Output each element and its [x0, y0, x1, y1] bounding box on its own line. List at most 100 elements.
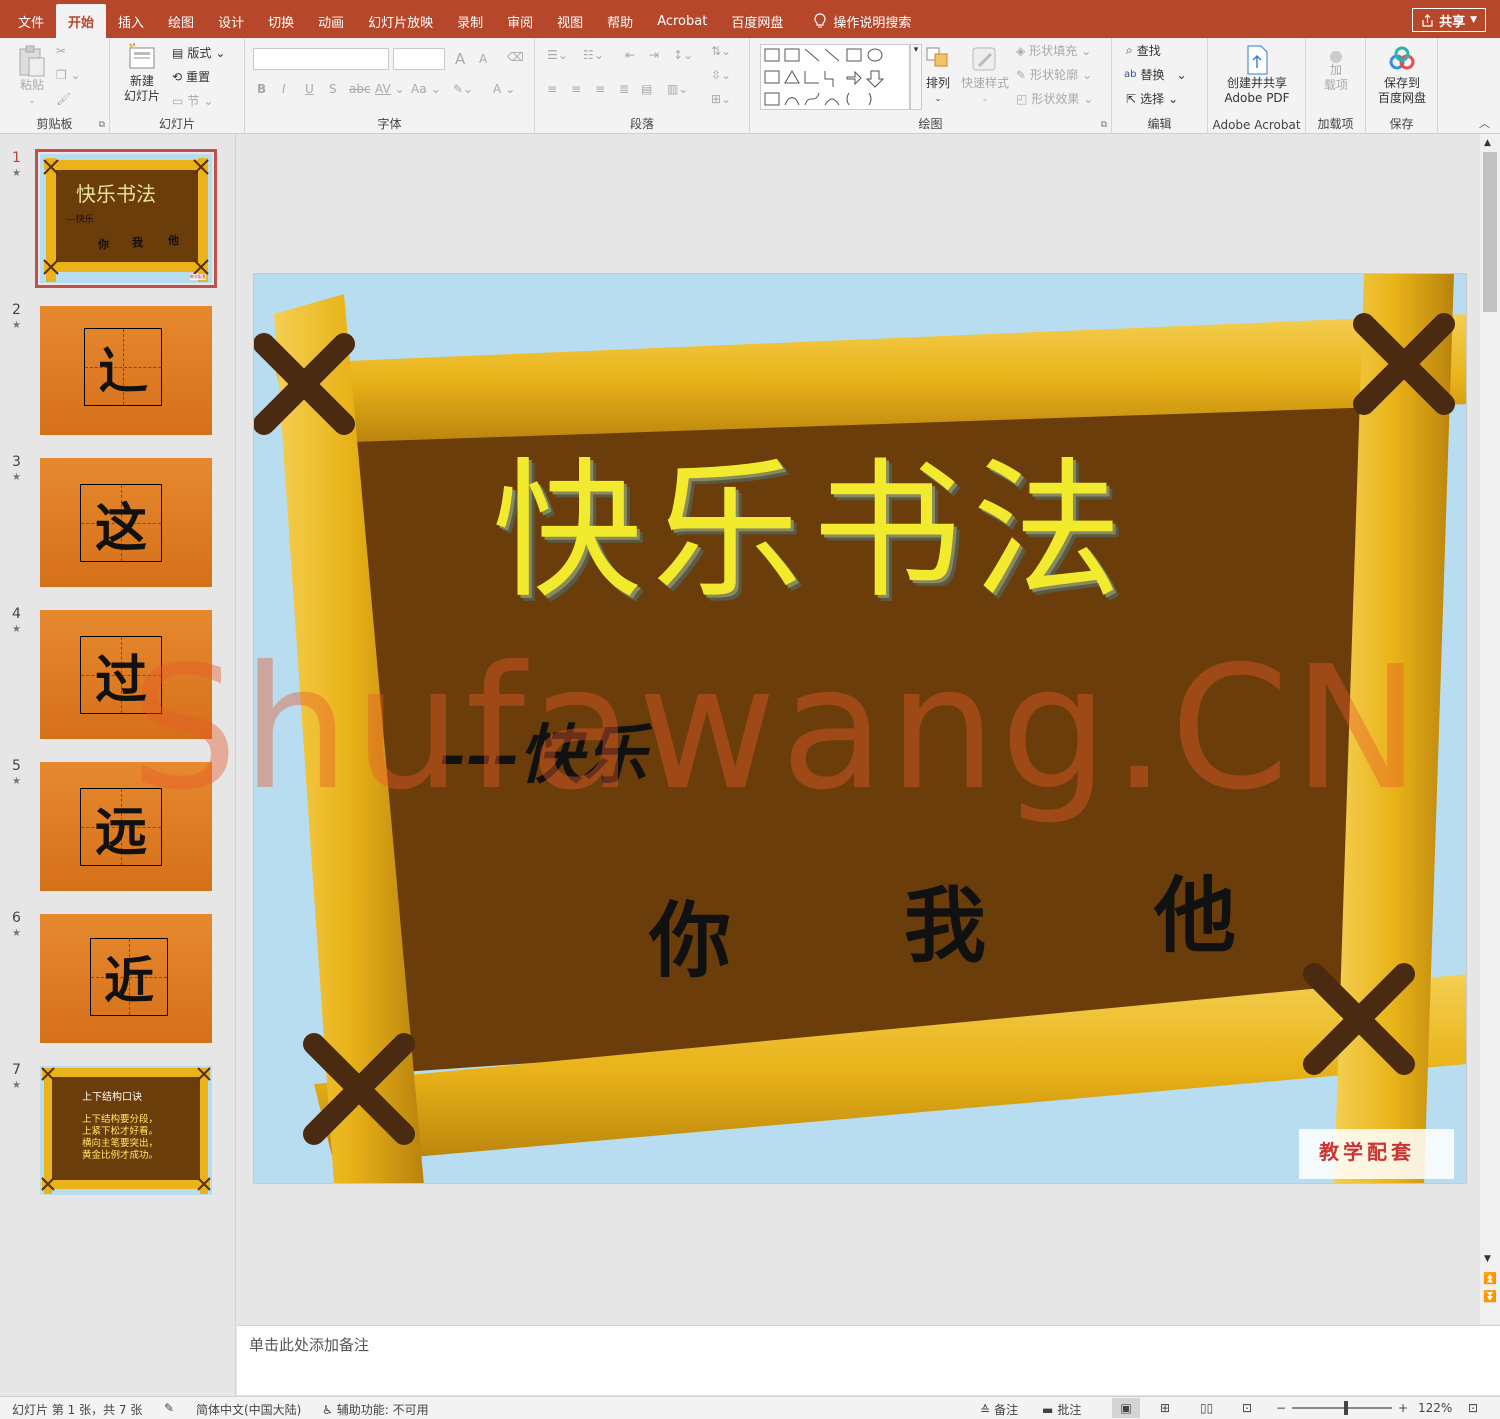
tab-review[interactable]: 审阅 [495, 4, 545, 38]
tab-draw[interactable]: 绘图 [156, 4, 206, 38]
smartart-icon[interactable]: ⊞⌄ [711, 92, 731, 106]
tab-view[interactable]: 视图 [545, 4, 595, 38]
fit-to-window-icon[interactable]: ⊡ [1468, 1401, 1478, 1415]
numbering-icon[interactable]: ☷⌄ [583, 48, 604, 62]
slide-sorter-icon[interactable]: ⊞ [1160, 1401, 1170, 1415]
slide-thumbnail-1[interactable]: 快乐书法 ---快乐 你 我 他 教学配套 [35, 149, 217, 288]
scroll-thumb[interactable] [1483, 152, 1497, 312]
scroll-down-icon[interactable]: ▼ [1484, 1254, 1491, 1264]
slide-thumbnail-pane[interactable]: 1 ★ 快乐书法 ---快乐 你 我 他 教学配套 2 ★ 辶 3 ★ 这 4 … [0, 134, 236, 1396]
accessibility-checker[interactable]: ♿ 辅助功能: 不可用 [322, 1401, 429, 1418]
font-name-box[interactable] [253, 48, 389, 70]
tab-insert[interactable]: 插入 [106, 4, 156, 38]
copy-icon[interactable]: ❐ ⌄ [56, 68, 81, 82]
zoom-out-icon[interactable]: − [1276, 1401, 1286, 1415]
spelling-check-icon[interactable]: ✎ [164, 1401, 174, 1415]
slide-thumbnail-7[interactable]: 上下结构口诀 上下结构要分段， 上紧下松才好看。 横向主笔要突出， 黄金比例才成… [40, 1066, 212, 1195]
new-slide-button[interactable]: 新建 幻灯片 [116, 42, 168, 104]
language-indicator[interactable]: 简体中文(中国大陆) [196, 1401, 301, 1418]
tab-slideshow[interactable]: 幻灯片放映 [356, 4, 445, 38]
tab-help[interactable]: 帮助 [595, 4, 645, 38]
save-to-baidu-button[interactable]: 保存到 百度网盘 [1370, 44, 1434, 106]
columns-icon[interactable]: ▥⌄ [667, 82, 688, 96]
tab-acrobat[interactable]: Acrobat [645, 4, 719, 38]
align-left-icon[interactable]: ≡ [547, 82, 557, 96]
format-painter-icon[interactable]: 🖌 [56, 92, 71, 106]
scroll-up-icon[interactable]: ▲ [1484, 138, 1491, 148]
slide-name-him[interactable]: 他 [1154, 849, 1236, 968]
slide-thumbnail-2[interactable]: 辶 [40, 306, 212, 435]
slide-thumbnail-4[interactable]: 过 [40, 610, 212, 739]
comments-button[interactable]: ▬ 批注 [1042, 1401, 1081, 1418]
tab-transitions[interactable]: 切换 [256, 4, 306, 38]
collapse-ribbon-icon[interactable]: ︿ [1479, 115, 1490, 131]
distributed-icon[interactable]: ▤ [641, 82, 652, 96]
normal-view-icon[interactable]: ▣ [1112, 1398, 1140, 1418]
share-button[interactable]: 共享 ▼ [1412, 8, 1486, 32]
tab-home[interactable]: 开始 [56, 4, 107, 38]
quick-styles-button[interactable]: 快速样式 ⌄ [958, 44, 1012, 106]
change-case-button[interactable]: Aa ⌄ [411, 82, 441, 96]
zoom-in-icon[interactable]: + [1398, 1401, 1408, 1415]
shape-fill-button[interactable]: ◈ 形状填充 ⌄ [1016, 42, 1091, 59]
create-pdf-button[interactable]: 创建并共享 Adobe PDF [1212, 44, 1302, 106]
slide-thumbnail-3[interactable]: 这 [40, 458, 212, 587]
layout-button[interactable]: ▤ 版式 ⌄ [172, 44, 225, 61]
slide-canvas[interactable]: 快乐书法 ---快乐 你 我 他 教学配套 [253, 273, 1467, 1184]
highlight-icon[interactable]: ✎⌄ [453, 82, 473, 96]
arrange-button[interactable]: 排列 ⌄ [918, 44, 958, 106]
vertical-scrollbar[interactable]: ▲ ▼ ⏫ ⏬ [1480, 134, 1500, 1324]
next-slide-icon[interactable]: ⏬ [1483, 1290, 1497, 1303]
notes-toggle-button[interactable]: ≙ 备注 [980, 1401, 1018, 1418]
replace-button[interactable]: ab 替换 ⌄ [1124, 66, 1187, 83]
shape-effects-button[interactable]: ◰ 形状效果 ⌄ [1016, 90, 1093, 107]
reading-view-icon[interactable]: ▯▯ [1200, 1401, 1213, 1415]
slide-thumbnail-6[interactable]: 近 [40, 914, 212, 1043]
zoom-slider-thumb[interactable] [1344, 1401, 1348, 1415]
slide-thumbnail-5[interactable]: 远 [40, 762, 212, 891]
slide-title[interactable]: 快乐书法 [492, 452, 1132, 612]
justify-icon[interactable]: ≣ [619, 82, 629, 96]
char-spacing-button[interactable]: AV ⌄ [375, 82, 405, 96]
bullets-icon[interactable]: ☰⌄ [547, 48, 568, 62]
font-color-button[interactable]: A ⌄ [493, 82, 515, 96]
bold-button[interactable]: B [257, 82, 266, 96]
align-text-icon[interactable]: ⇳⌄ [711, 68, 731, 82]
notes-placeholder[interactable]: 单击此处添加备注 [249, 1334, 369, 1355]
dialog-launcher-icon[interactable]: ⧉ [1101, 120, 1107, 130]
cut-icon[interactable]: ✂ [56, 44, 66, 58]
tab-record[interactable]: 录制 [445, 4, 495, 38]
increase-indent-icon[interactable]: ⇥ [649, 48, 659, 62]
notes-pane[interactable]: 单击此处添加备注 [237, 1325, 1500, 1395]
paste-button[interactable]: 粘贴 ⌄ [10, 44, 54, 108]
section-button[interactable]: ▭ 节 ⌄ [172, 92, 213, 109]
strikethrough-button[interactable]: abc [349, 82, 371, 96]
text-shadow-button[interactable]: S [329, 82, 337, 96]
line-spacing-icon[interactable]: ↕⌄ [673, 48, 693, 62]
italic-button[interactable]: I [282, 82, 286, 96]
slide-name-you[interactable]: 你 [649, 874, 731, 993]
shapes-gallery[interactable] [760, 44, 910, 110]
slide-subtitle[interactable]: ---快乐 [439, 704, 647, 796]
slide-name-me[interactable]: 我 [904, 859, 986, 978]
font-size-box[interactable] [393, 48, 445, 70]
tab-design[interactable]: 设计 [206, 4, 256, 38]
find-button[interactable]: ⌕ 查找 [1126, 42, 1161, 59]
clear-format-icon[interactable]: ⌫ [507, 50, 524, 64]
align-right-icon[interactable]: ≡ [595, 82, 605, 96]
tab-animations[interactable]: 动画 [306, 4, 356, 38]
addins-button[interactable]: ● 加 载项 [1314, 48, 1358, 93]
decrease-indent-icon[interactable]: ⇤ [625, 48, 635, 62]
text-direction-icon[interactable]: ⇅⌄ [711, 44, 731, 58]
tab-file[interactable]: 文件 [6, 4, 56, 38]
select-button[interactable]: ⇱ 选择 ⌄ [1126, 90, 1178, 107]
tell-me-search[interactable]: 操作说明搜索 [813, 4, 911, 38]
grow-font-button[interactable]: A [455, 50, 465, 68]
slideshow-icon[interactable]: ⊡ [1242, 1401, 1252, 1415]
reset-button[interactable]: ⟲ 重置 [172, 68, 210, 85]
tab-baidu-netdisk[interactable]: 百度网盘 [719, 4, 795, 38]
dialog-launcher-icon[interactable]: ⧉ [99, 120, 105, 130]
shrink-font-button[interactable]: A [479, 52, 487, 66]
shape-outline-button[interactable]: ✎ 形状轮廓 ⌄ [1016, 66, 1092, 83]
zoom-level[interactable]: 122% [1418, 1401, 1452, 1415]
